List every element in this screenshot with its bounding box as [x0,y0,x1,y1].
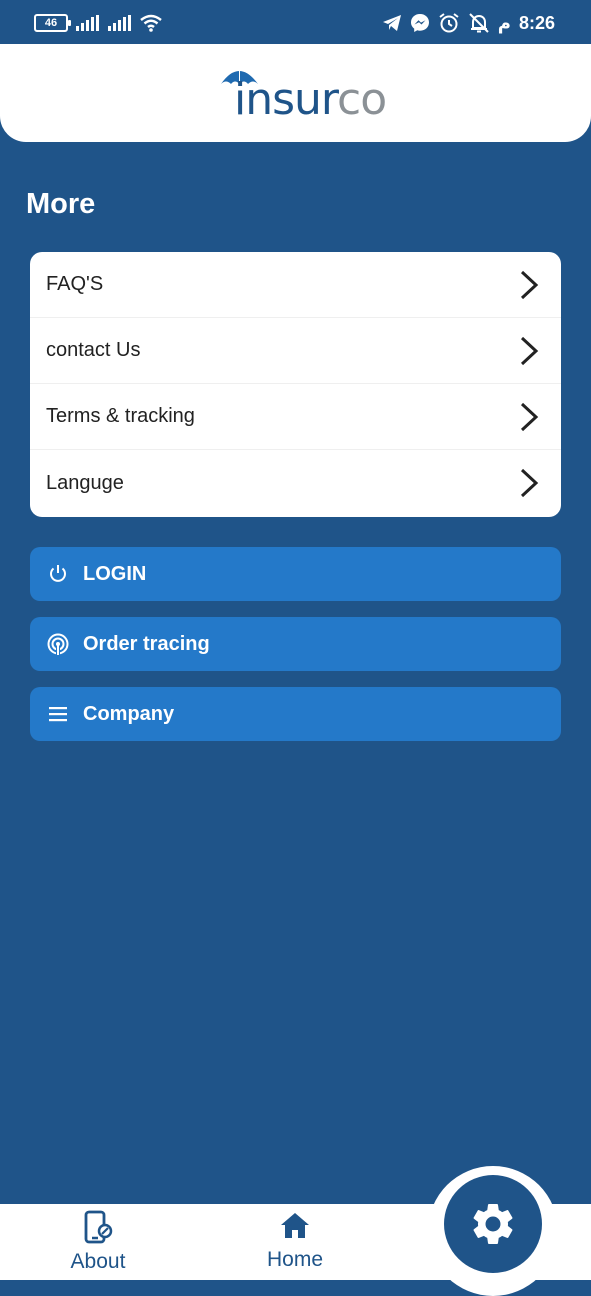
login-button[interactable]: LOGIN [30,547,561,601]
nav-about-label: About [70,1250,126,1273]
chevron-right-icon [520,402,539,432]
signal-icon [108,15,131,31]
insurco-logo: insurco [220,64,387,124]
company-button[interactable]: Company [30,687,561,741]
chevron-right-icon [520,270,539,300]
nav-home-label: Home [266,1248,324,1271]
status-right: م 8:26 [382,12,555,34]
order-tracing-button[interactable]: Order tracing [30,617,561,671]
menu-item-label: contact Us [46,339,141,361]
status-left: 46 [34,14,162,32]
page-title: More [26,188,96,220]
logo-part1: insur [234,74,338,125]
status-time: 8:26 [518,12,555,33]
device-info-icon [84,1210,113,1244]
menu-item-terms[interactable]: Terms & tracking [30,384,561,450]
app-header: insurco [0,44,591,142]
chevron-right-icon [520,468,539,498]
home-icon [281,1213,309,1238]
menu-item-label: FAQ'S [46,273,104,295]
alarm-icon [439,13,459,33]
status-bar: 46 م 8:26 [0,0,591,44]
chevron-right-icon [520,336,539,366]
settings-fab[interactable] [444,1175,542,1273]
power-icon [45,561,71,587]
menu-item-label: Terms & tracking [46,405,195,427]
notifications-off-icon [469,13,489,33]
nav-home[interactable]: Home [262,1210,328,1272]
menu-item-contact-us[interactable]: contact Us [30,318,561,384]
menu-item-faqs[interactable]: FAQ'S [30,252,561,318]
status-ampm: م [497,12,511,33]
messenger-icon [410,14,429,32]
order-tracing-label: Order tracing [83,632,210,655]
nav-about[interactable]: About [66,1210,130,1274]
tracking-icon [45,631,71,657]
logo-wordmark: insurco [234,78,387,122]
signal-icon [76,15,99,31]
battery-icon: 46 [34,14,71,32]
telegram-icon [382,15,401,31]
wifi-icon [140,14,162,32]
menu-icon [45,701,71,727]
more-menu: FAQ'S contact Us Terms & tracking Langug… [30,252,561,517]
menu-item-label: Languge [46,471,124,494]
menu-item-language[interactable]: Languge [30,450,561,516]
battery-level: 46 [44,17,58,29]
logo-part2: co [337,74,387,125]
company-label: Company [83,702,175,725]
login-label: LOGIN [83,562,147,585]
gear-icon [473,1204,513,1244]
